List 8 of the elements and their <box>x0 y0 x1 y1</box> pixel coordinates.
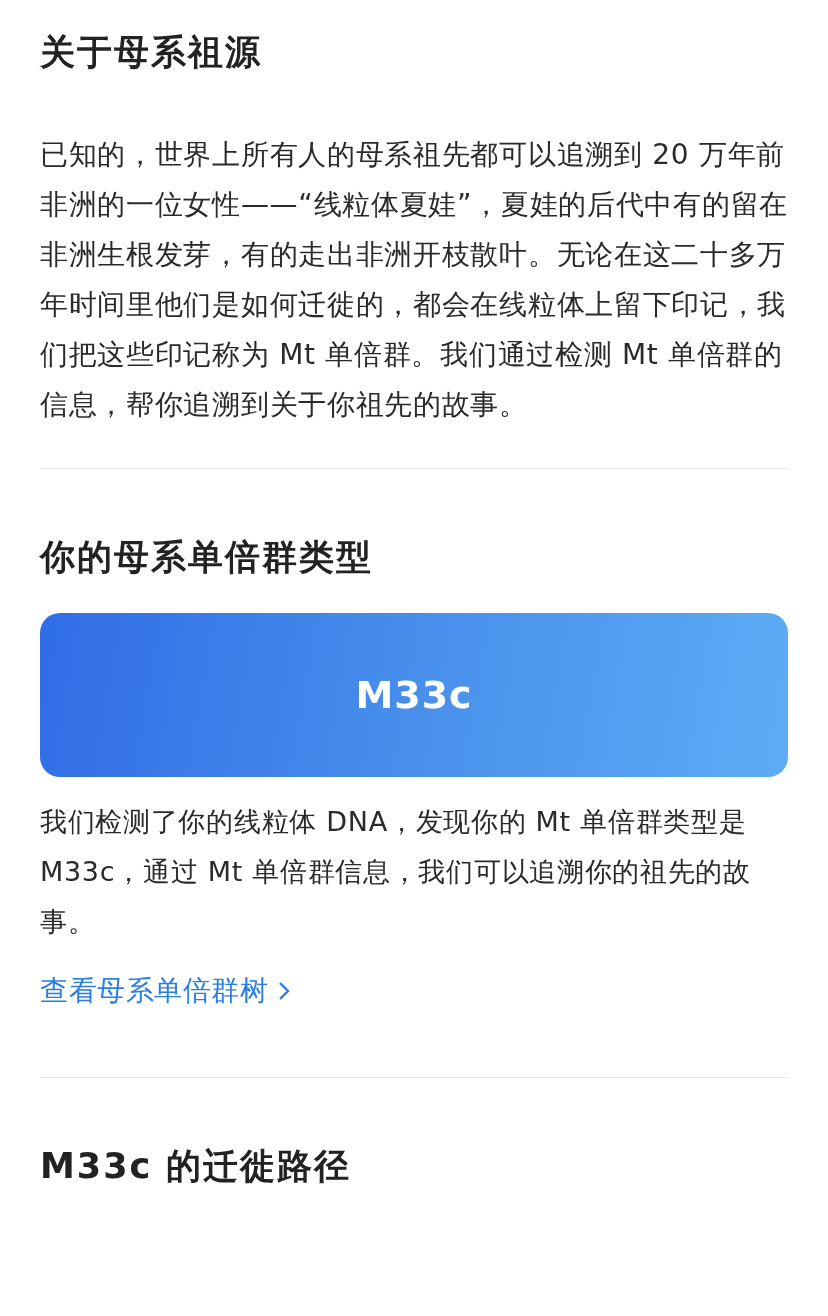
section-title: 关于母系祖源 <box>40 31 262 74</box>
section-title: M33c 的迁徙路径 <box>40 1145 352 1188</box>
intro-paragraph: 已知的，世界上所有人的母系祖先都可以追溯到 20 万年前非洲的一位女性——“线粒体夏娃”，夏娃的后代中有的留在非洲生根发芽，有的走出非洲开枝散叶。无论在这二十多万年时间里他们是如何迁徙的，都会在线粒体上留下印记，我们把这些印记称为 Mt 单倍群。我们通过检测 Mt 单倍群的信息，帮你追溯到关于你祖先的故事。 <box>40 137 788 423</box>
chevron-right-icon <box>278 981 290 1001</box>
haplogroup-tree-link[interactable]: 查看母系单倍群树 <box>40 969 290 1013</box>
section-title: 你的母系单倍群类型 <box>40 536 373 579</box>
haplogroup-card: M33c <box>40 613 788 777</box>
result-paragraph: 我们检测了你的线粒体 DNA，发现你的 Mt 单倍群类型是 M33c，通过 Mt 单倍群信息，我们可以追溯你的祖先的故事。 <box>40 805 752 939</box>
